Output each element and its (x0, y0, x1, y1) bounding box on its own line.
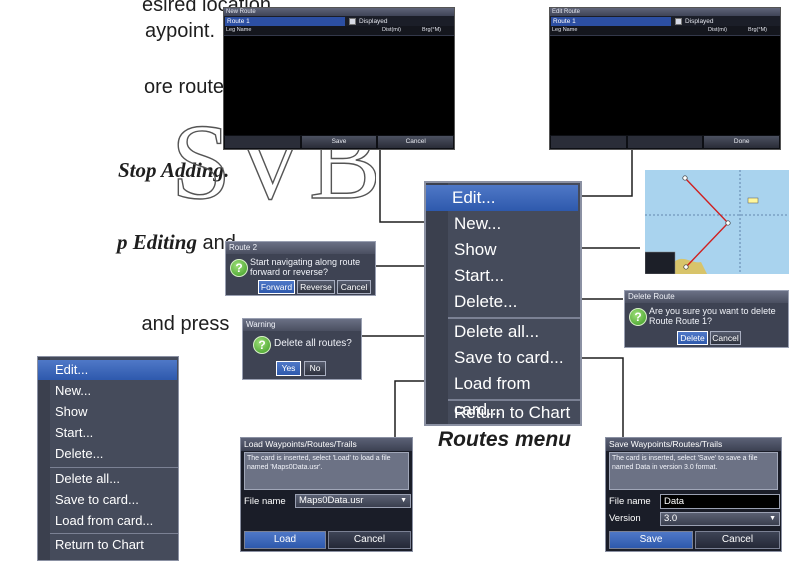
warning-dialog-title: Warning (243, 319, 361, 331)
small-menu-separator (50, 533, 178, 534)
small-menu-item-delete[interactable]: Delete... (52, 444, 177, 464)
warning-dialog-message: Delete all routes? (274, 338, 352, 349)
question-icon: ? (230, 259, 248, 277)
small-menu-separator (50, 467, 178, 468)
menu-item-start[interactable]: Start... (452, 263, 578, 289)
small-menu-item-show[interactable]: Show (52, 402, 177, 422)
cancel-button[interactable]: Cancel (337, 280, 371, 294)
menu-item-save-to-card[interactable]: Save to card... (452, 345, 578, 371)
version-label: Version (609, 513, 641, 524)
question-icon: ? (629, 308, 647, 326)
menu-item-edit[interactable]: Edit... (426, 185, 578, 211)
small-menu-item-load-from-card[interactable]: Load from card... (52, 511, 177, 531)
load-panel-description: The card is inserted, select 'Load' to l… (244, 452, 409, 490)
small-menu-item-new[interactable]: New... (52, 381, 177, 401)
start-route-dialog: Route 2 ? Start navigating along route f… (225, 241, 376, 296)
start-dialog-message: Start navigating along route forward or … (250, 257, 361, 277)
load-panel: Load Waypoints/Routes/Trails The card is… (240, 437, 413, 552)
load-panel-title: Load Waypoints/Routes/Trails (241, 438, 412, 451)
delete-dialog-title: Delete Route (625, 291, 788, 303)
delete-dialog-message: Are you sure you want to delete Route Ro… (649, 306, 776, 326)
start-dialog-title: Route 2 (226, 242, 375, 254)
forward-button[interactable]: Forward (258, 280, 295, 294)
save-panel: Save Waypoints/Routes/Trails The card is… (605, 437, 782, 552)
load-button[interactable]: Load (244, 531, 326, 549)
small-menu-item-delete-all[interactable]: Delete all... (52, 469, 177, 489)
no-button[interactable]: No (304, 361, 326, 376)
save-panel-description: The card is inserted, select 'Save' to s… (609, 452, 778, 490)
version-dropdown[interactable]: 3.0 ▼ (660, 512, 780, 526)
small-menu-gutter (38, 357, 50, 560)
small-menu-item-edit[interactable]: Edit... (38, 360, 177, 380)
menu-item-return-to-chart[interactable]: Return to Chart (452, 400, 578, 426)
save-button[interactable]: Save (609, 531, 693, 549)
dropdown-arrow-icon: ▼ (400, 497, 407, 504)
menu-item-show[interactable]: Show (452, 237, 578, 263)
file-name-label: File name (609, 496, 651, 507)
file-name-value: Maps0Data.usr (299, 495, 364, 506)
small-routes-menu: Edit... New... Show Start... Delete... D… (37, 356, 179, 561)
delete-route-dialog: Delete Route ? Are you sure you want to … (624, 290, 789, 348)
dropdown-arrow-icon: ▼ (769, 515, 776, 522)
yes-button[interactable]: Yes (276, 361, 301, 376)
cancel-button[interactable]: Cancel (328, 531, 411, 549)
cancel-button[interactable]: Cancel (710, 331, 741, 345)
menu-item-new[interactable]: New... (452, 211, 578, 237)
file-name-field[interactable]: Data (660, 494, 780, 509)
routes-menu-gutter (426, 183, 448, 424)
routes-menu: Edit... New... Show Start... Delete... D… (424, 181, 582, 426)
question-icon: ? (253, 336, 271, 354)
routes-menu-caption: Routes menu (438, 428, 572, 451)
menu-item-delete-all[interactable]: Delete all... (452, 319, 578, 345)
menu-item-delete[interactable]: Delete... (452, 289, 578, 315)
small-menu-item-save-to-card[interactable]: Save to card... (52, 490, 177, 510)
delete-button[interactable]: Delete (677, 331, 708, 345)
reverse-button[interactable]: Reverse (297, 280, 335, 294)
version-value: 3.0 (664, 513, 678, 524)
save-panel-title: Save Waypoints/Routes/Trails (606, 438, 781, 451)
small-menu-item-start[interactable]: Start... (52, 423, 177, 443)
small-menu-item-return-to-chart[interactable]: Return to Chart (52, 535, 177, 555)
cancel-button[interactable]: Cancel (695, 531, 780, 549)
file-name-label: File name (244, 496, 286, 507)
warning-dialog: Warning ? Delete all routes? Yes No (242, 318, 362, 380)
file-name-dropdown[interactable]: Maps0Data.usr ▼ (295, 494, 411, 508)
